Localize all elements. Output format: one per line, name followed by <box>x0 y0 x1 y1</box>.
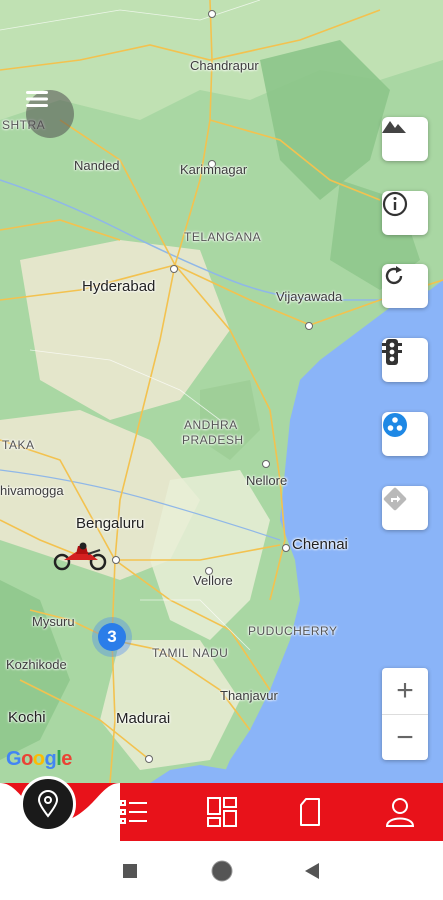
back-triangle-icon <box>305 862 319 879</box>
back-button[interactable] <box>282 841 342 900</box>
list-icon <box>120 800 147 824</box>
map-label-telangana: TELANGANA <box>184 230 262 244</box>
map-label-vijayawada: Vijayawada <box>276 289 343 304</box>
hamburger-icon <box>26 91 48 107</box>
zoom-in-button[interactable]: + <box>382 668 428 715</box>
location-pin-icon <box>37 790 59 818</box>
map-label-chennai: Chennai <box>292 536 348 553</box>
directions-icon <box>383 487 407 511</box>
tab-profile[interactable] <box>370 783 430 841</box>
map-label-taka: TAKA <box>2 438 35 452</box>
terrain-button[interactable] <box>382 117 428 161</box>
dashboard-icon <box>207 797 237 827</box>
map-marker-dot <box>305 322 313 330</box>
map-label-shivamogga: hivamogga <box>0 483 64 498</box>
map-view[interactable]: Chandrapur SHTRA Nanded Karimnagar TELAN… <box>0 0 443 783</box>
tab-list[interactable] <box>104 783 164 841</box>
map-label-hyderabad: Hyderabad <box>82 278 156 295</box>
map-marker-dot <box>145 755 153 763</box>
map-label-andhra: ANDHRA <box>184 418 238 432</box>
map-label-bengaluru: Bengaluru <box>76 515 145 532</box>
recent-apps-button[interactable] <box>100 841 160 900</box>
profile-icon <box>385 798 415 827</box>
layers-button[interactable] <box>382 412 428 456</box>
map-marker-dot <box>170 265 178 273</box>
zoom-controls: + − <box>382 668 428 760</box>
tab-documents[interactable] <box>280 783 340 841</box>
info-icon <box>382 191 408 217</box>
marker-cluster[interactable]: 3 <box>92 617 132 657</box>
menu-button[interactable] <box>26 90 74 138</box>
refresh-button[interactable] <box>382 264 428 308</box>
map-label-madurai: Madurai <box>116 710 171 727</box>
map-label-pradesh: PRADESH <box>182 433 244 447</box>
map-label-nellore: Nellore <box>246 473 288 488</box>
square-icon <box>123 863 137 878</box>
layers-icon <box>383 413 407 437</box>
tab-dashboard[interactable] <box>192 783 252 841</box>
map-label-nanded: Nanded <box>74 158 120 173</box>
terrain-icon <box>382 121 406 133</box>
tab-location[interactable] <box>20 776 76 832</box>
motorcycle-marker-icon[interactable] <box>52 542 110 572</box>
document-icon <box>300 798 320 826</box>
directions-button[interactable] <box>382 486 428 530</box>
home-button[interactable] <box>192 841 252 900</box>
map-label-thanjavur: Thanjavur <box>220 688 278 703</box>
zoom-out-button[interactable]: − <box>382 715 428 761</box>
map-label-mysuru: Mysuru <box>32 614 75 629</box>
system-navigation-bar <box>0 841 443 900</box>
map-marker-dot <box>282 544 290 552</box>
map-label-kochi: Kochi <box>8 709 46 726</box>
cluster-count: 3 <box>98 623 126 651</box>
circle-icon <box>211 860 233 881</box>
map-marker-dot <box>112 556 120 564</box>
traffic-light-icon <box>382 339 402 365</box>
map-label-karimnagar: Karimnagar <box>180 162 248 177</box>
google-logo: Google <box>6 748 72 770</box>
map-marker-dot <box>208 10 216 18</box>
map-label-chandrapur: Chandrapur <box>190 58 259 73</box>
info-button[interactable] <box>382 191 428 235</box>
map-label-puducherry: PUDUCHERRY <box>248 624 338 638</box>
traffic-button[interactable] <box>382 338 428 382</box>
refresh-icon <box>385 266 403 285</box>
map-marker-dot <box>262 460 270 468</box>
map-label-tamilnadu: TAMIL NADU <box>152 646 229 660</box>
map-label-vellore: Vellore <box>193 573 233 588</box>
map-label-kozhikode: Kozhikode <box>6 657 67 672</box>
